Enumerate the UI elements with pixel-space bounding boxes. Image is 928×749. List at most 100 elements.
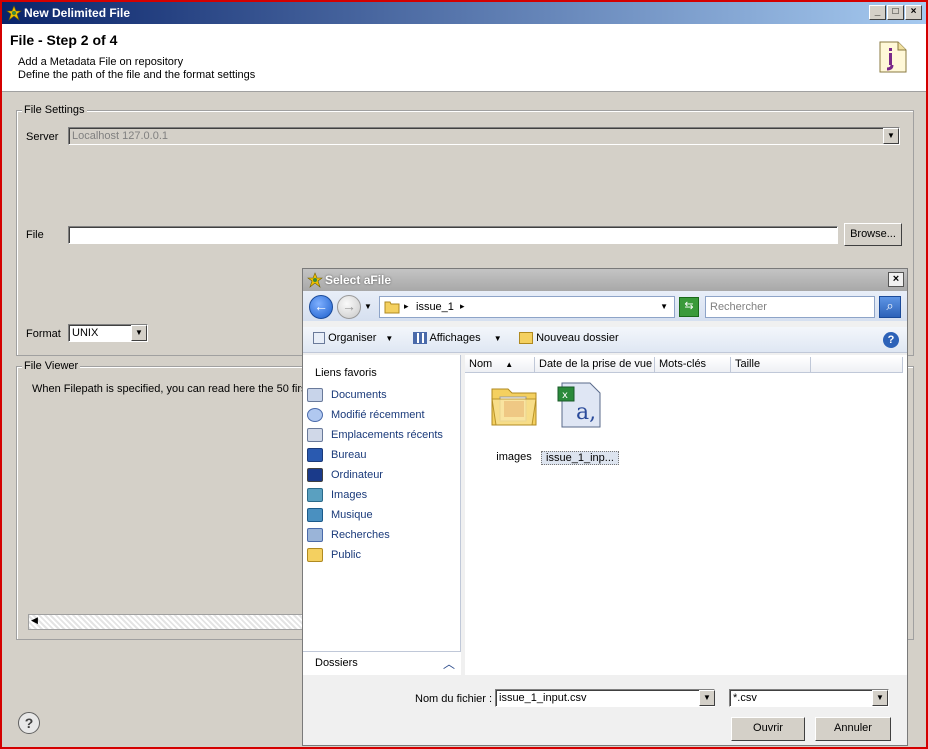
places-icon: [307, 428, 323, 442]
filename-label: Nom du fichier :: [415, 693, 493, 705]
nav-item-computer[interactable]: Ordinateur: [307, 467, 457, 485]
wizard-header: File - Step 2 of 4 Add a Metadata File o…: [2, 24, 926, 92]
format-dropdown-icon[interactable]: ▼: [131, 325, 147, 341]
column-label: Taille: [735, 358, 761, 370]
file-list-pane: Nom ▲ Date de la prise de vue Mots-clés …: [465, 355, 907, 675]
breadcrumb-folder[interactable]: issue_1: [416, 301, 454, 313]
step-description-2: Define the path of the file and the form…: [18, 69, 256, 81]
folder-icon: [384, 301, 400, 314]
nav-item-documents[interactable]: Documents: [307, 387, 457, 405]
music-icon: [307, 508, 323, 522]
favorites-pane: Liens favoris Documents Modifié récemmen…: [303, 355, 461, 675]
column-header-name[interactable]: Nom ▲: [465, 357, 535, 373]
organize-label: Organiser: [328, 332, 377, 344]
folders-label: Dossiers: [315, 657, 358, 669]
organize-icon: [313, 332, 325, 345]
file-item-label: issue_1_inp...: [541, 451, 619, 465]
folders-toggle[interactable]: Dossiers ︿: [303, 651, 461, 675]
nav-item-searches[interactable]: Recherches: [307, 527, 457, 545]
step-description-1: Add a Metadata File on repository: [18, 56, 184, 68]
close-button[interactable]: ×: [905, 5, 922, 20]
talend-star-icon: [307, 272, 323, 288]
viewer-horizontal-scrollbar[interactable]: ◀: [28, 614, 304, 630]
dialog-close-button[interactable]: ×: [888, 272, 904, 287]
csv-file-icon: x a,: [557, 382, 601, 428]
public-folder-icon: [307, 548, 323, 562]
breadcrumb-arrow-icon[interactable]: ▸: [404, 301, 409, 312]
nav-item-label: Ordinateur: [331, 469, 383, 481]
filename-dropdown-icon[interactable]: ▼: [699, 690, 715, 706]
server-combo[interactable]: Localhost 127.0.0.1: [68, 127, 900, 145]
nav-item-desktop[interactable]: Bureau: [307, 447, 457, 465]
svg-text:a,: a,: [576, 400, 596, 425]
desktop-icon: [307, 448, 323, 462]
back-arrow-icon[interactable]: ←: [309, 295, 333, 319]
help-icon[interactable]: ?: [883, 332, 899, 348]
file-type-filter[interactable]: *.csv: [729, 689, 889, 707]
views-menu[interactable]: Affichages ▼: [413, 332, 502, 345]
nav-item-pictures[interactable]: Images: [307, 487, 457, 505]
nav-item-public[interactable]: Public: [307, 547, 457, 565]
search-input[interactable]: Rechercher: [705, 296, 875, 318]
file-path-input[interactable]: [68, 226, 838, 244]
nav-item-label: Images: [331, 489, 368, 501]
refresh-icon[interactable]: ⇆: [679, 297, 699, 317]
filter-dropdown-icon[interactable]: ▼: [872, 690, 888, 706]
column-header-keywords[interactable]: Mots-clés: [655, 357, 731, 373]
nav-item-label: Public: [331, 549, 361, 561]
organize-menu[interactable]: Organiser ▼: [313, 332, 394, 345]
organize-dropdown-icon: ▼: [385, 334, 394, 343]
nav-item-recent[interactable]: Modifié récemment: [307, 407, 457, 425]
address-field[interactable]: ▸ issue_1 ▸ ▼: [379, 296, 675, 318]
step-title: File - Step 2 of 4: [10, 32, 118, 48]
documents-icon: [307, 388, 323, 402]
new-folder-icon: [519, 332, 533, 345]
column-label: Mots-clés: [659, 358, 707, 370]
nav-item-music[interactable]: Musique: [307, 507, 457, 525]
file-settings-label: File Settings: [22, 104, 87, 116]
column-header-filler: [811, 357, 903, 373]
help-button[interactable]: ?: [18, 712, 40, 734]
minimize-button[interactable]: _: [869, 5, 886, 20]
scroll-left-icon[interactable]: ◀: [31, 615, 38, 626]
breadcrumb-arrow-icon[interactable]: ▸: [460, 301, 465, 312]
dialog-title: Select aFile: [325, 273, 392, 287]
cancel-button[interactable]: Annuler: [815, 717, 891, 741]
column-header-size[interactable]: Taille: [731, 357, 811, 373]
server-dropdown-icon[interactable]: ▼: [883, 128, 899, 144]
address-dropdown-icon[interactable]: ▼: [660, 302, 668, 311]
window-titlebar[interactable]: New Delimited File _ □ ×: [2, 2, 926, 24]
file-item-images-folder[interactable]: images: [479, 379, 549, 469]
window-title: New Delimited File: [24, 6, 131, 20]
delimited-file-icon: [879, 41, 907, 73]
history-dropdown-icon[interactable]: ▼: [364, 302, 372, 311]
column-label: Date de la prise de vue: [539, 358, 653, 370]
forward-arrow-icon[interactable]: →: [337, 295, 361, 319]
browse-button[interactable]: Browse...: [844, 223, 902, 246]
new-folder-button[interactable]: Nouveau dossier: [519, 332, 619, 345]
searches-icon: [307, 528, 323, 542]
talend-star-icon: [6, 5, 22, 21]
server-label: Server: [26, 131, 59, 143]
open-button[interactable]: Ouvrir: [731, 717, 805, 741]
format-label: Format: [26, 328, 61, 340]
dialog-bottom: Nom du fichier : issue_1_input.csv ▼ *.c…: [303, 679, 907, 745]
folder-icon: [491, 388, 537, 426]
favorites-heading: Liens favoris: [315, 367, 377, 379]
column-label: Nom: [469, 358, 493, 370]
maximize-button[interactable]: □: [887, 5, 904, 20]
sort-up-icon: ▲: [505, 360, 514, 369]
views-dropdown-icon: ▼: [493, 334, 502, 343]
nav-item-recent-places[interactable]: Emplacements récents: [307, 427, 457, 445]
dialog-titlebar[interactable]: Select aFile ×: [303, 269, 907, 291]
nav-item-label: Bureau: [331, 449, 367, 461]
pictures-icon: [307, 488, 323, 502]
filename-input[interactable]: issue_1_input.csv: [495, 689, 715, 707]
column-header-date[interactable]: Date de la prise de vue: [535, 357, 655, 373]
file-viewer-message: When Filepath is specified, you can read…: [32, 383, 307, 395]
file-item-csv[interactable]: x a, issue_1_inp...: [541, 379, 619, 469]
nav-item-label: Emplacements récents: [331, 429, 443, 441]
views-label: Affichages: [429, 332, 481, 344]
computer-icon: [307, 468, 323, 482]
search-icon[interactable]: ⌕: [879, 296, 901, 318]
